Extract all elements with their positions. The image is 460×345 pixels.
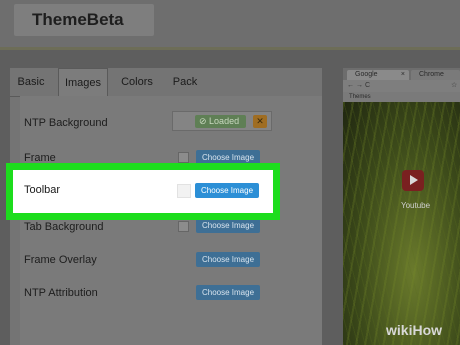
tab-pack[interactable]: Pack bbox=[164, 68, 206, 96]
preview-tab-google-label: Google bbox=[355, 71, 378, 78]
reload-icon: C bbox=[365, 82, 371, 89]
ntp-background-label: NTP Background bbox=[24, 117, 108, 129]
forward-icon: → bbox=[356, 82, 363, 89]
tab-images[interactable]: Images bbox=[58, 68, 108, 96]
check-icon: ⊘ bbox=[199, 116, 210, 126]
watermark: wikiHow bbox=[386, 322, 443, 338]
tab-background-label: Tab Background bbox=[24, 221, 104, 233]
preview-tab-chrome: Chrome bbox=[411, 70, 460, 80]
youtube-label: Youtube bbox=[401, 201, 431, 210]
preview-tab-google: Google × bbox=[347, 70, 409, 80]
header-divider bbox=[0, 47, 460, 50]
preview-background-image: Youtube bbox=[343, 102, 460, 345]
tab-basic[interactable]: Basic bbox=[10, 68, 52, 96]
youtube-icon bbox=[402, 170, 424, 191]
frame-overlay-choose-image-button[interactable]: Choose Image bbox=[196, 252, 260, 267]
frame-color-swatch[interactable] bbox=[178, 152, 189, 163]
ntp-background-field: ⊘ Loaded ✕ bbox=[172, 111, 272, 131]
tab-bar: Basic Images Colors Pack bbox=[10, 68, 322, 96]
back-icon: ← bbox=[347, 82, 354, 89]
tab-background-color-swatch[interactable] bbox=[178, 221, 189, 232]
tab-background-choose-image-button[interactable]: Choose Image bbox=[196, 218, 260, 233]
close-icon: × bbox=[400, 71, 405, 78]
frame-overlay-label: Frame Overlay bbox=[24, 254, 97, 266]
ntp-attribution-label: NTP Attribution bbox=[24, 287, 98, 299]
ntp-attribution-choose-image-button[interactable]: Choose Image bbox=[196, 285, 260, 300]
toolbar-color-swatch[interactable] bbox=[177, 184, 191, 198]
preview-toolbar: ← → C ☆ bbox=[343, 80, 460, 92]
toolbar-choose-image-button[interactable]: Choose Image bbox=[195, 183, 259, 198]
theme-preview: Google × Chrome ← → C ☆ Themes Youtube bbox=[343, 68, 460, 345]
star-icon: ☆ bbox=[451, 82, 458, 89]
header: ThemeBeta bbox=[0, 0, 460, 48]
loaded-status: ⊘ Loaded bbox=[195, 115, 246, 128]
tab-colors[interactable]: Colors bbox=[114, 68, 160, 96]
remove-image-button[interactable]: ✕ bbox=[253, 115, 267, 128]
toolbar-row-highlight: Toolbar Choose Image bbox=[6, 163, 280, 220]
bookmark-themes: Themes bbox=[349, 94, 371, 100]
preview-tabstrip: Google × Chrome bbox=[343, 68, 460, 80]
toolbar-row: Toolbar Choose Image bbox=[13, 170, 273, 213]
toolbar-label: Toolbar bbox=[24, 184, 61, 196]
preview-bookmarks-bar: Themes bbox=[343, 92, 460, 102]
play-icon bbox=[410, 175, 418, 185]
loaded-text: Loaded bbox=[209, 116, 240, 126]
brand-title: ThemeBeta bbox=[14, 4, 154, 36]
